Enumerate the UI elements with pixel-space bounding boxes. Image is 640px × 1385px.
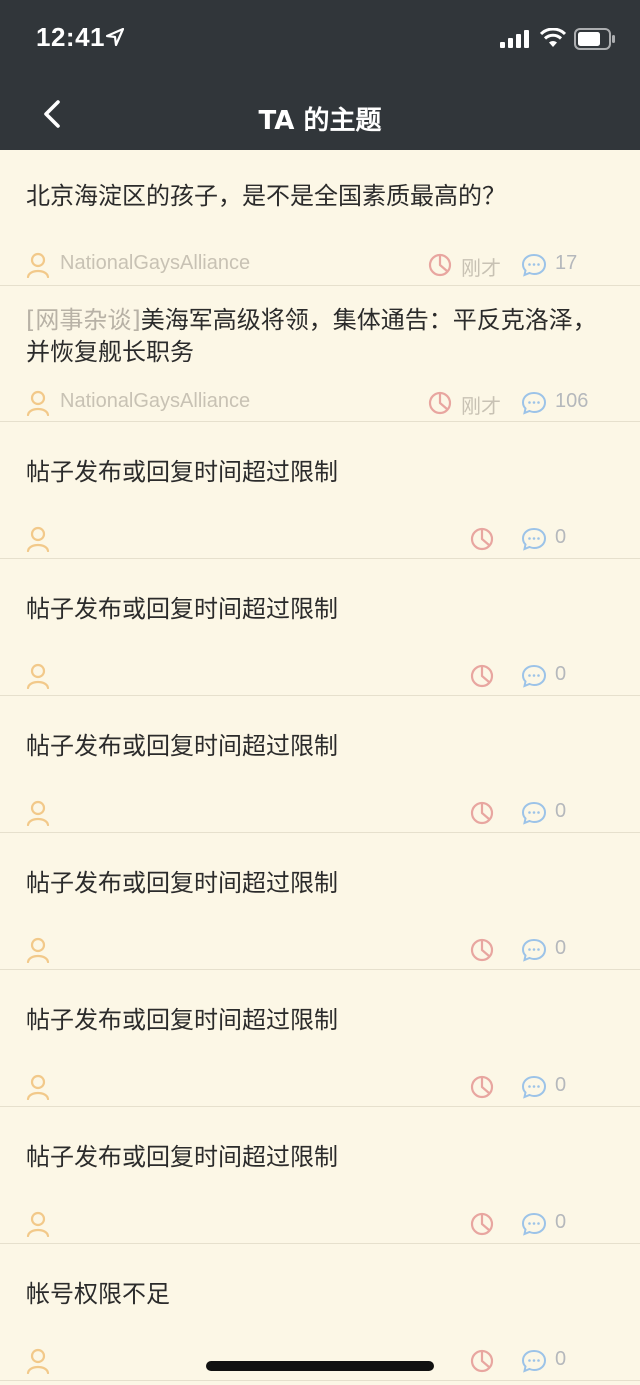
post-title: 帖子发布或回复时间超过限制 [26,593,610,625]
post-tag: [网事杂谈] [26,306,141,334]
post-meta: NationalGaysAlliance 刚才 17 [0,250,640,280]
clock-icon [470,527,494,551]
comment-count: 0 [555,937,567,959]
post-meta: 0 [0,935,640,965]
post-title: 帖子发布或回复时间超过限制 [26,867,610,899]
post-item[interactable]: 帖子发布或回复时间超过限制 0 [0,833,640,970]
post-item[interactable]: 帖子发布或回复时间超过限制 0 [0,970,640,1107]
comment-icon [521,253,547,277]
post-meta: 0 [0,1072,640,1102]
signal-icon [500,30,529,48]
post-time: 刚才 [461,256,501,280]
user-icon [26,526,50,553]
post-item[interactable]: 帖子发布或回复时间超过限制 0 [0,696,640,833]
post-title: 帖子发布或回复时间超过限制 [26,1141,610,1173]
comment-count: 0 [555,800,567,822]
post-title-text: 北京海淀区的孩子，是不是全国素质最高的？ [26,182,506,210]
user-icon [26,1211,50,1238]
clock-icon [428,253,452,277]
comment-count: 0 [555,1348,567,1370]
post-item[interactable]: 帖子发布或回复时间超过限制 0 [0,422,640,559]
comment-icon [521,391,547,415]
wifi-icon [540,28,566,47]
clock-icon [470,1349,494,1373]
clock-icon [470,801,494,825]
post-title-text: 帖子发布或回复时间超过限制 [26,869,338,897]
user-icon [26,663,50,690]
clock-icon [470,938,494,962]
comment-count: 0 [555,1211,567,1233]
comment-icon [521,527,547,551]
post-meta: NationalGaysAlliance 刚才 106 [0,388,640,418]
clock-icon [470,1075,494,1099]
post-list: 北京海淀区的孩子，是不是全国素质最高的？ NationalGaysAlliance… [0,150,640,1381]
clock-icon [428,391,452,415]
page-title: TA 的主题 [258,106,382,136]
post-author[interactable]: NationalGaysAlliance [60,390,250,413]
post-meta: 0 [0,1209,640,1239]
post-author[interactable]: NationalGaysAlliance [60,252,250,275]
comment-count: 0 [555,526,567,548]
post-title: 帖子发布或回复时间超过限制 [26,1004,610,1036]
post-title-text: 帖子发布或回复时间超过限制 [26,1006,338,1034]
comment-count: 0 [555,1074,567,1096]
comment-icon [521,938,547,962]
post-title-text: 帖子发布或回复时间超过限制 [26,458,338,486]
comment-icon [521,1075,547,1099]
status-time: 12:41 [36,22,105,52]
post-meta: 0 [0,524,640,554]
status-bar: 12:41 [0,0,640,78]
post-meta: 0 [0,798,640,828]
post-title: 帖子发布或回复时间超过限制 [26,456,610,488]
post-time: 刚才 [461,394,501,418]
post-item[interactable]: 帖子发布或回复时间超过限制 0 [0,1107,640,1244]
post-title: 北京海淀区的孩子，是不是全国素质最高的？ [26,180,610,212]
post-title: [网事杂谈]美海军高级将领，集体通告：平反克洛泽，并恢复舰长职务 [26,304,610,368]
comment-count: 106 [555,390,589,412]
battery-icon [574,28,615,50]
post-item[interactable]: 帖子发布或回复时间超过限制 0 [0,559,640,696]
comment-icon [521,801,547,825]
user-icon [26,1348,50,1375]
comment-count: 0 [555,663,567,685]
home-indicator[interactable] [206,1361,434,1371]
user-icon [26,390,50,417]
post-title-text: 帖子发布或回复时间超过限制 [26,595,338,623]
post-meta: 0 [0,661,640,691]
comment-count: 17 [555,252,578,274]
post-title: 帖子发布或回复时间超过限制 [26,730,610,762]
nav-bar: TA 的主题 [0,78,640,150]
user-icon [26,937,50,964]
post-title-text: 帐号权限不足 [26,1280,170,1308]
clock-icon [470,1212,494,1236]
comment-icon [521,1349,547,1373]
post-title: 帐号权限不足 [26,1278,610,1310]
user-icon [26,1074,50,1101]
post-title-text: 帖子发布或回复时间超过限制 [26,1143,338,1171]
clock-icon [470,664,494,688]
comment-icon [521,664,547,688]
user-icon [26,800,50,827]
post-item[interactable]: 北京海淀区的孩子，是不是全国素质最高的？ NationalGaysAlliance… [0,150,640,286]
post-item[interactable]: [网事杂谈]美海军高级将领，集体通告：平反克洛泽，并恢复舰长职务 National… [0,286,640,422]
user-icon [26,252,50,279]
post-title-text: 帖子发布或回复时间超过限制 [26,732,338,760]
location-arrow-icon [106,28,124,46]
comment-icon [521,1212,547,1236]
